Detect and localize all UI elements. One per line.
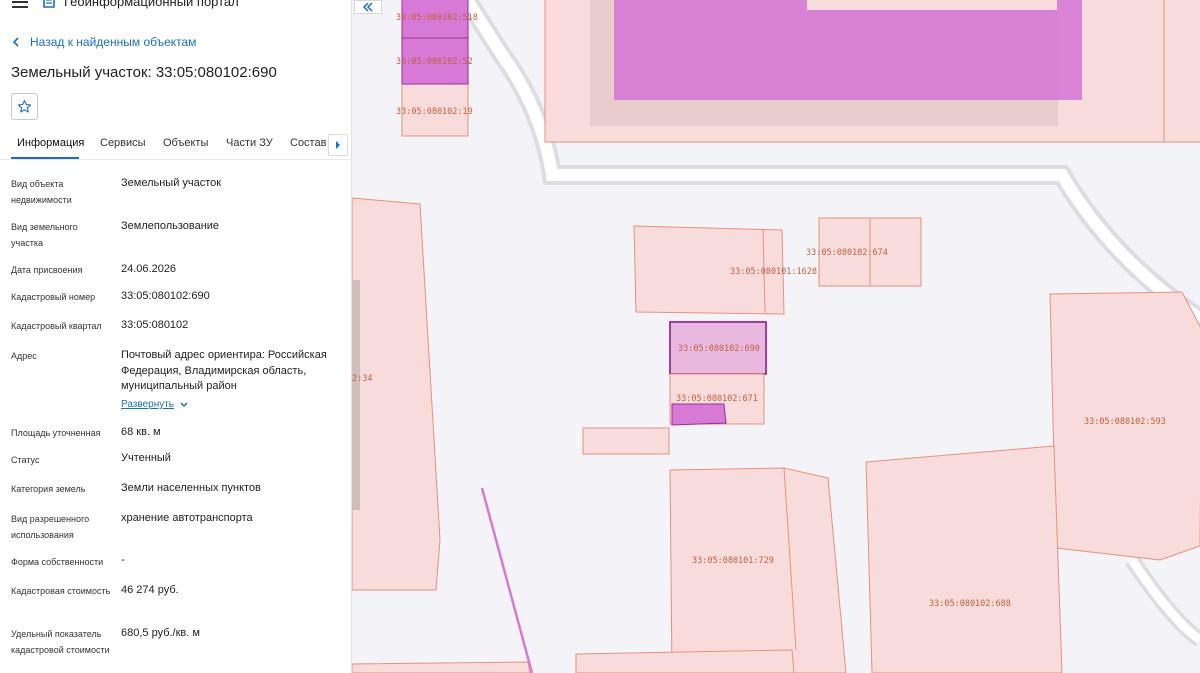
field-label: Дата присвоения xyxy=(11,265,83,275)
top-bar: Геоинформационный портал xyxy=(0,0,351,14)
parcel[interactable] xyxy=(352,661,531,673)
tab-composition[interactable]: Состав xyxy=(290,137,326,149)
field-value: 680,5 руб./кв. м xyxy=(121,627,200,639)
field-label: Удельный показатель кадастровой стоимост… xyxy=(11,629,110,655)
parcel-label: 33:05:080102:593 xyxy=(1084,417,1166,427)
field-label: Форма собственности xyxy=(11,557,104,567)
highlighted-parcel[interactable] xyxy=(671,403,727,426)
map-view[interactable]: 33:05:080102:518 33:05:080102:52 33:05:0… xyxy=(352,0,1200,673)
tabs-divider xyxy=(0,159,351,160)
tabs-scroll-right-button[interactable] xyxy=(328,134,348,156)
parcel[interactable] xyxy=(582,427,670,455)
highlighted-parcel[interactable] xyxy=(614,0,1082,100)
tab-information[interactable]: Информация xyxy=(17,137,84,149)
field-label: Вид объекта недвижимости xyxy=(11,179,72,205)
info-panel: Геоинформационный портал Назад к найденн… xyxy=(0,0,352,673)
field-label: Кадастровая стоимость xyxy=(11,586,111,596)
parcel-label: 33:05:080101:729 xyxy=(692,556,774,566)
field-value: 33:05:080102:690 xyxy=(121,290,210,302)
parcel-label: 33:05:080102:674 xyxy=(806,248,888,258)
parcel[interactable] xyxy=(669,467,847,673)
back-link[interactable]: Назад к найденным объектам xyxy=(12,35,196,49)
field-value: 46 274 руб. xyxy=(121,584,179,596)
tab-objects[interactable]: Объекты xyxy=(163,137,208,149)
menu-icon[interactable] xyxy=(12,0,28,8)
field-value: Земельный участок xyxy=(121,177,222,189)
parcel-label: 33:05:080102:671 xyxy=(676,394,758,404)
parcel-label: 2:34 xyxy=(352,374,372,384)
favorite-button[interactable] xyxy=(11,93,38,120)
field-value: - xyxy=(121,554,125,566)
field-label: Кадастровый квартал xyxy=(11,321,102,331)
back-link-label: Назад к найденным объектам xyxy=(30,35,197,49)
parcel-label: 33:05:080102:688 xyxy=(929,599,1011,609)
parcel-label: 33:05:080102:52 xyxy=(396,57,473,67)
field-label: Статус xyxy=(11,455,40,465)
tab-bar: Информация Сервисы Объекты Части ЗУ Сост… xyxy=(0,133,351,159)
field-value: Землепользование xyxy=(121,220,220,232)
field-value: Земли населенных пунктов xyxy=(121,482,261,494)
chevron-left-icon xyxy=(12,37,19,47)
field-value: 33:05:080102 xyxy=(121,319,189,331)
parcel[interactable] xyxy=(865,445,1063,673)
field-label: Кадастровый номер xyxy=(11,292,96,302)
expand-label: Развернуть xyxy=(121,399,175,410)
tab-parcel-parts[interactable]: Части ЗУ xyxy=(226,137,273,149)
page-title: Земельный участок: 33:05:080102:690 xyxy=(11,64,277,81)
parcel[interactable] xyxy=(807,0,1057,10)
map-canvas[interactable]: 33:05:080102:518 33:05:080102:52 33:05:0… xyxy=(352,0,1200,673)
double-chevron-left-icon xyxy=(362,2,373,12)
parcel-label: 33:05:080102:690 xyxy=(678,344,760,354)
field-value: Учтенный xyxy=(121,452,171,464)
expand-address-link[interactable]: Развернуть xyxy=(121,399,188,410)
portal-logo-icon xyxy=(43,0,55,8)
parcel-label: 33:05:080101:1628 xyxy=(730,267,817,277)
collapse-panel-button[interactable] xyxy=(354,0,382,14)
field-value: хранение автотранспорта xyxy=(121,512,253,524)
building xyxy=(352,280,360,510)
field-value: 24.06.2026 xyxy=(121,263,177,275)
parcel-label: 33:05:080102:19 xyxy=(396,107,473,117)
field-label: Вид разрешенного использования xyxy=(11,514,90,540)
field-label: Вид земельного участка xyxy=(11,222,78,248)
field-label: Площадь уточненная xyxy=(11,428,101,438)
star-icon xyxy=(17,100,32,113)
tab-services[interactable]: Сервисы xyxy=(100,137,146,149)
chevron-right-icon xyxy=(336,141,340,149)
field-label: Адрес xyxy=(11,351,37,361)
chevron-down-icon xyxy=(180,401,188,407)
field-label: Категория земель xyxy=(11,484,86,494)
portal-title: Геоинформационный портал xyxy=(64,0,239,9)
address-value: Почтовый адрес ориентира: Российская Фед… xyxy=(121,349,327,392)
field-value: 68 кв. м xyxy=(121,426,161,438)
parcel-label: 33:05:080102:518 xyxy=(396,13,478,23)
parcel[interactable] xyxy=(575,649,795,673)
